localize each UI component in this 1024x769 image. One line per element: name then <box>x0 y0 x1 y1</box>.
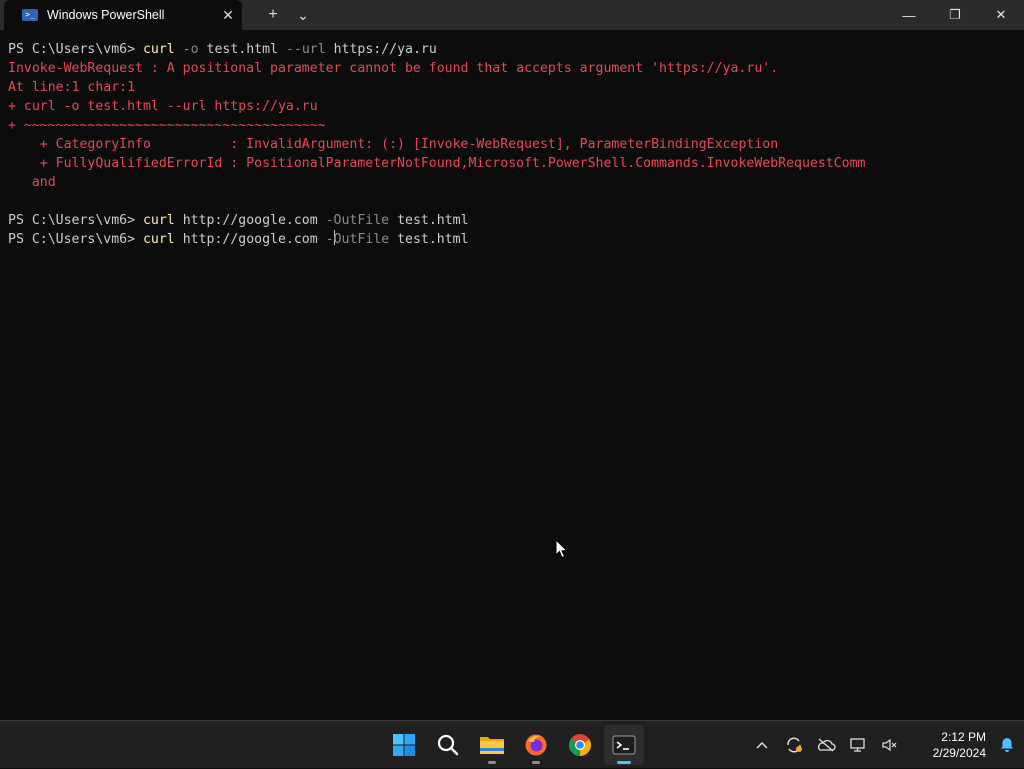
terminal-command-line: PS C:\Users\vm6> curl -o test.html --url… <box>8 40 1016 59</box>
taskbar-file-explorer[interactable] <box>472 725 512 765</box>
error-text: and <box>8 175 56 190</box>
mouse-pointer-icon <box>555 539 569 559</box>
taskbar-firefox[interactable] <box>516 725 556 765</box>
close-tab-icon[interactable]: ✕ <box>218 5 238 25</box>
running-indicator <box>532 761 540 764</box>
chrome-icon <box>569 734 591 756</box>
taskbar-apps <box>384 725 644 765</box>
tab-windows-powershell[interactable]: >_ Windows PowerShell ✕ <box>4 0 242 30</box>
tab-dropdown-button[interactable]: ⌄ <box>288 0 318 30</box>
network-icon[interactable] <box>842 729 874 761</box>
parameter: OutFile <box>333 232 390 247</box>
running-indicator <box>488 761 496 764</box>
command-name: curl <box>142 213 175 228</box>
title-bar: >_ Windows PowerShell ✕ + ⌄ — ❐ ✕ <box>0 0 1024 30</box>
terminal-output[interactable]: PS C:\Users\vm6> curl -o test.html --url… <box>8 40 1016 249</box>
maximize-button[interactable]: ❐ <box>932 0 978 30</box>
argument: https://ya.ru <box>325 42 437 57</box>
show-hidden-icons-chevron-icon[interactable] <box>746 729 778 761</box>
system-tray: 2:12 PM 2/29/2024 <box>746 721 1024 769</box>
close-window-button[interactable]: ✕ <box>978 0 1024 30</box>
onedrive-offline-icon[interactable] <box>810 729 842 761</box>
new-tab-button[interactable]: + <box>258 0 288 30</box>
parameter: - <box>325 232 334 247</box>
powershell-icon: >_ <box>22 9 38 21</box>
sync-icon[interactable] <box>778 729 810 761</box>
argument: test.html <box>389 232 469 247</box>
terminal-error-line: + FullyQualifiedErrorId : PositionalPara… <box>8 154 1016 173</box>
parameter: --url <box>285 42 326 57</box>
folder-icon <box>480 737 504 754</box>
minimize-button[interactable]: — <box>886 0 932 30</box>
terminal-error-line: At line:1 char:1 <box>8 78 1016 97</box>
taskbar: 2:12 PM 2/29/2024 <box>0 720 1024 768</box>
window-controls: — ❐ ✕ <box>886 0 1024 30</box>
prompt: PS C:\Users\vm6> <box>8 42 143 57</box>
terminal-error-line: + curl -o test.html --url https://ya.ru <box>8 97 1016 116</box>
argument: http://google.com <box>174 213 326 228</box>
error-text: At line:1 char:1 <box>8 80 136 95</box>
terminal-error-line: and <box>8 173 1016 192</box>
argument: http://google.com <box>174 232 326 247</box>
command-name: curl <box>142 232 175 247</box>
clock-date: 2/29/2024 <box>932 746 986 760</box>
argument: test.html <box>389 213 469 228</box>
search-button[interactable] <box>428 725 468 765</box>
search-icon <box>437 734 459 756</box>
command-name: curl <box>142 42 175 57</box>
tab-title: Windows PowerShell <box>47 8 165 22</box>
error-text: + CategoryInfo : InvalidArgument: (:) [I… <box>8 137 779 152</box>
argument <box>175 42 183 57</box>
error-text: + curl -o test.html --url https://ya.ru <box>8 99 318 114</box>
taskbar-chrome[interactable] <box>560 725 600 765</box>
terminal-command-line: PS C:\Users\vm6> curl http://google.com … <box>8 211 1016 230</box>
terminal-icon <box>612 735 636 755</box>
notification-bell-icon[interactable] <box>990 729 1024 761</box>
terminal-command-line: PS C:\Users\vm6> curl http://google.com … <box>8 230 1016 249</box>
parameter: -o <box>182 42 199 57</box>
argument: test.html <box>198 42 286 57</box>
error-text: Invoke-WebRequest : A positional paramet… <box>8 61 779 76</box>
parameter: -OutFile <box>325 213 390 228</box>
error-text: + FullyQualifiedErrorId : PositionalPara… <box>8 156 866 171</box>
volume-muted-icon[interactable] <box>874 729 906 761</box>
start-button[interactable] <box>384 725 424 765</box>
running-indicator <box>617 761 631 764</box>
taskbar-terminal[interactable] <box>604 725 644 765</box>
firefox-icon <box>525 734 547 756</box>
prompt: PS C:\Users\vm6> <box>8 213 143 228</box>
windows-logo-icon <box>393 734 415 756</box>
clock[interactable]: 2:12 PM 2/29/2024 <box>906 729 990 761</box>
error-text: + ~~~~~~~~~~~~~~~~~~~~~~~~~~~~~~~~~~~~~~ <box>8 118 326 133</box>
terminal-error-line: + CategoryInfo : InvalidArgument: (:) [I… <box>8 135 1016 154</box>
terminal-error-line: Invoke-WebRequest : A positional paramet… <box>8 59 1016 78</box>
clock-time: 2:12 PM <box>941 730 986 744</box>
terminal-error-line: + ~~~~~~~~~~~~~~~~~~~~~~~~~~~~~~~~~~~~~~ <box>8 116 1016 135</box>
prompt: PS C:\Users\vm6> <box>8 232 143 247</box>
